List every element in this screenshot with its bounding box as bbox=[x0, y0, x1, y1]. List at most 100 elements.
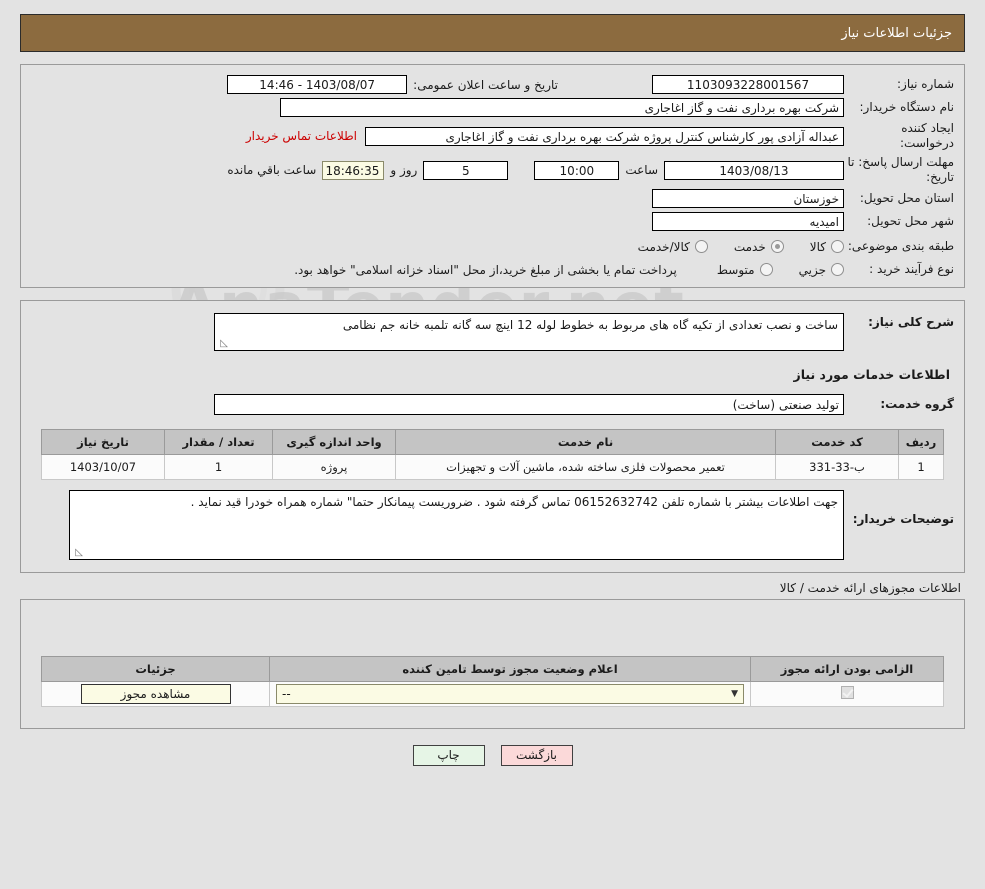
radio-circle-selected-icon[interactable] bbox=[771, 240, 784, 253]
resize-grip-icon[interactable]: ◺ bbox=[218, 339, 228, 349]
col-row-no: ردیف bbox=[899, 430, 944, 455]
general-desc-text: ساخت و نصب تعدادی از تکیه گاه های مربوط … bbox=[343, 318, 838, 332]
radio-circle-icon[interactable] bbox=[695, 240, 708, 253]
days-remaining-value: 5 bbox=[423, 161, 508, 180]
cell-unit: پروژه bbox=[273, 455, 396, 480]
buyer-notes-text: جهت اطلاعات بیشتر با شماره تلفن 06152632… bbox=[191, 495, 838, 509]
radio-process-minor[interactable]: جزيي bbox=[799, 263, 844, 277]
need-number-value: 1103093228001567 bbox=[652, 75, 844, 94]
buyer-org-label: نام دستگاه خریدار: bbox=[844, 100, 964, 115]
buyer-contact-link[interactable]: اطلاعات تماس خریدار bbox=[246, 129, 357, 143]
radio-process-minor-label: جزيي bbox=[799, 263, 826, 277]
radio-circle-icon[interactable] bbox=[831, 263, 844, 276]
days-unit-label: روز و bbox=[384, 163, 423, 177]
cell-need-date: 1403/10/07 bbox=[42, 455, 165, 480]
col-license-status: اعلام وضعیت مجوز توسط تامین کننده bbox=[270, 657, 751, 682]
time-remaining-value: 18:46:35 bbox=[322, 161, 384, 180]
service-group-value: تولید صنعتی (ساخت) bbox=[214, 394, 844, 415]
radio-category-service-label: خدمت bbox=[734, 240, 766, 254]
province-label: استان محل تحویل: bbox=[844, 191, 964, 206]
row-purchase-process: نوع فرآیند خرید : جزيي متوسط پرداخت تمام… bbox=[21, 256, 964, 279]
row-service-group: گروه خدمت: تولید صنعتی (ساخت) bbox=[21, 392, 964, 417]
radio-process-medium[interactable]: متوسط bbox=[717, 263, 773, 277]
chevron-down-icon: ▼ bbox=[731, 684, 738, 704]
col-quantity: تعداد / مقدار bbox=[165, 430, 273, 455]
cell-license-required bbox=[751, 682, 944, 707]
buyer-notes-label: توضیحات خریدار: bbox=[844, 490, 964, 527]
table-row: ▼ -- مشاهده مجوز bbox=[42, 682, 944, 707]
license-required-checkbox bbox=[841, 686, 854, 699]
cell-license-details: مشاهده مجوز bbox=[42, 682, 270, 707]
license-status-value: -- bbox=[282, 684, 291, 704]
radio-category-goods-service-label: کالا/خدمت bbox=[638, 240, 690, 254]
cell-service-code: ب-33-331 bbox=[776, 455, 899, 480]
print-button[interactable]: چاپ bbox=[413, 745, 485, 766]
need-summary-panel: شماره نیاز: 1103093228001567 تاریخ و ساع… bbox=[20, 64, 965, 288]
row-need-number: شماره نیاز: 1103093228001567 تاریخ و ساع… bbox=[21, 75, 964, 96]
page-root: جزئیات اطلاعات نیاز شماره نیاز: 11030932… bbox=[0, 14, 985, 766]
row-buyer-org: نام دستگاه خریدار: شرکت بهره برداری نفت … bbox=[21, 96, 964, 119]
announce-datetime-label: تاریخ و ساعت اعلان عمومی: bbox=[407, 78, 564, 92]
radio-process-medium-label: متوسط bbox=[717, 263, 755, 277]
table-row: 1 ب-33-331 تعمیر محصولات فلزی ساخته شده،… bbox=[42, 455, 944, 480]
licenses-caption: اطلاعات مجوزهای ارائه خدمت / کالا bbox=[0, 573, 985, 595]
col-license-required: الزامی بودن ارائه مجوز bbox=[751, 657, 944, 682]
licenses-table-header-row: الزامی بودن ارائه مجوز اعلام وضعیت مجوز … bbox=[42, 657, 944, 682]
radio-category-goods-label: کالا bbox=[810, 240, 826, 254]
page-title: جزئیات اطلاعات نیاز bbox=[841, 26, 964, 41]
deadline-date-value: 1403/08/13 bbox=[664, 161, 844, 180]
col-need-date: تاریخ نیاز bbox=[42, 430, 165, 455]
license-status-select[interactable]: ▼ -- bbox=[276, 684, 744, 704]
row-subject-category: طبقه بندی موضوعی: کالا خدمت کالا/خدمت bbox=[21, 233, 964, 256]
row-general-description: شرح کلی نیاز: ساخت و نصب تعدادی از تکیه … bbox=[21, 311, 964, 353]
general-desc-value: ساخت و نصب تعدادی از تکیه گاه های مربوط … bbox=[214, 313, 844, 351]
services-table: ردیف کد خدمت نام خدمت واحد اندازه گیری ت… bbox=[41, 429, 944, 480]
cell-service-name: تعمیر محصولات فلزی ساخته شده، ماشین آلات… bbox=[396, 455, 776, 480]
col-unit: واحد اندازه گیری bbox=[273, 430, 396, 455]
licenses-table: الزامی بودن ارائه مجوز اعلام وضعیت مجوز … bbox=[41, 656, 944, 707]
radio-category-goods[interactable]: کالا bbox=[810, 240, 844, 254]
deadline-time-value: 10:00 bbox=[534, 161, 619, 180]
cell-quantity: 1 bbox=[165, 455, 273, 480]
deadline-label: مهلت ارسال پاسخ: تا تاریخ: bbox=[844, 155, 964, 185]
need-number-label: شماره نیاز: bbox=[844, 77, 964, 92]
payment-note: پرداخت تمام یا بخشی از مبلغ خرید،از محل … bbox=[294, 263, 677, 277]
row-buyer-notes: توضیحات خریدار: جهت اطلاعات بیشتر با شما… bbox=[21, 480, 964, 562]
province-value: خوزستان bbox=[652, 189, 844, 208]
licenses-panel: الزامی بودن ارائه مجوز اعلام وضعیت مجوز … bbox=[20, 599, 965, 729]
row-delivery-province: استان محل تحویل: خوزستان bbox=[21, 187, 964, 210]
services-table-header-row: ردیف کد خدمت نام خدمت واحد اندازه گیری ت… bbox=[42, 430, 944, 455]
back-button[interactable]: بازگشت bbox=[501, 745, 573, 766]
remaining-suffix-label: ساعت باقي مانده bbox=[221, 163, 322, 177]
announce-datetime-value: 1403/08/07 - 14:46 bbox=[227, 75, 407, 94]
cell-license-status: ▼ -- bbox=[270, 682, 751, 707]
col-service-code: کد خدمت bbox=[776, 430, 899, 455]
licenses-table-wrapper: الزامی بودن ارائه مجوز اعلام وضعیت مجوز … bbox=[21, 614, 964, 707]
services-table-wrapper: ردیف کد خدمت نام خدمت واحد اندازه گیری ت… bbox=[21, 417, 964, 480]
buyer-notes-value: جهت اطلاعات بیشتر با شماره تلفن 06152632… bbox=[69, 490, 844, 560]
service-group-label: گروه خدمت: bbox=[844, 397, 964, 412]
page-title-bar: جزئیات اطلاعات نیاز bbox=[20, 14, 965, 52]
radio-circle-icon[interactable] bbox=[760, 263, 773, 276]
row-request-creator: ایجاد کننده درخواست: عبداله آزادی پور کا… bbox=[21, 119, 964, 153]
creator-value: عبداله آزادی پور کارشناس کنترل پروژه شرک… bbox=[365, 127, 844, 146]
cell-row-no: 1 bbox=[899, 455, 944, 480]
process-label: نوع فرآیند خرید : bbox=[844, 262, 964, 277]
need-details-panel: شرح کلی نیاز: ساخت و نصب تعدادی از تکیه … bbox=[20, 300, 965, 573]
radio-category-service[interactable]: خدمت bbox=[734, 240, 784, 254]
services-section-title: اطلاعات خدمات مورد نیاز bbox=[147, 367, 950, 382]
col-license-details: جزئیات bbox=[42, 657, 270, 682]
radio-circle-icon[interactable] bbox=[831, 240, 844, 253]
buyer-org-value: شرکت بهره برداری نفت و گاز اغاجاری bbox=[280, 98, 844, 117]
footer-actions: بازگشت چاپ bbox=[0, 745, 985, 766]
hour-label: ساعت bbox=[619, 163, 664, 177]
category-label: طبقه بندی موضوعی: bbox=[844, 239, 964, 254]
resize-grip-icon[interactable]: ◺ bbox=[73, 548, 83, 558]
col-service-name: نام خدمت bbox=[396, 430, 776, 455]
radio-category-goods-service[interactable]: کالا/خدمت bbox=[638, 240, 708, 254]
creator-label: ایجاد کننده درخواست: bbox=[844, 121, 964, 151]
row-response-deadline: مهلت ارسال پاسخ: تا تاریخ: 1403/08/13 سا… bbox=[21, 153, 964, 187]
view-license-button[interactable]: مشاهده مجوز bbox=[81, 684, 231, 704]
city-label: شهر محل تحویل: bbox=[844, 214, 964, 229]
row-delivery-city: شهر محل تحویل: امیدیه bbox=[21, 210, 964, 233]
